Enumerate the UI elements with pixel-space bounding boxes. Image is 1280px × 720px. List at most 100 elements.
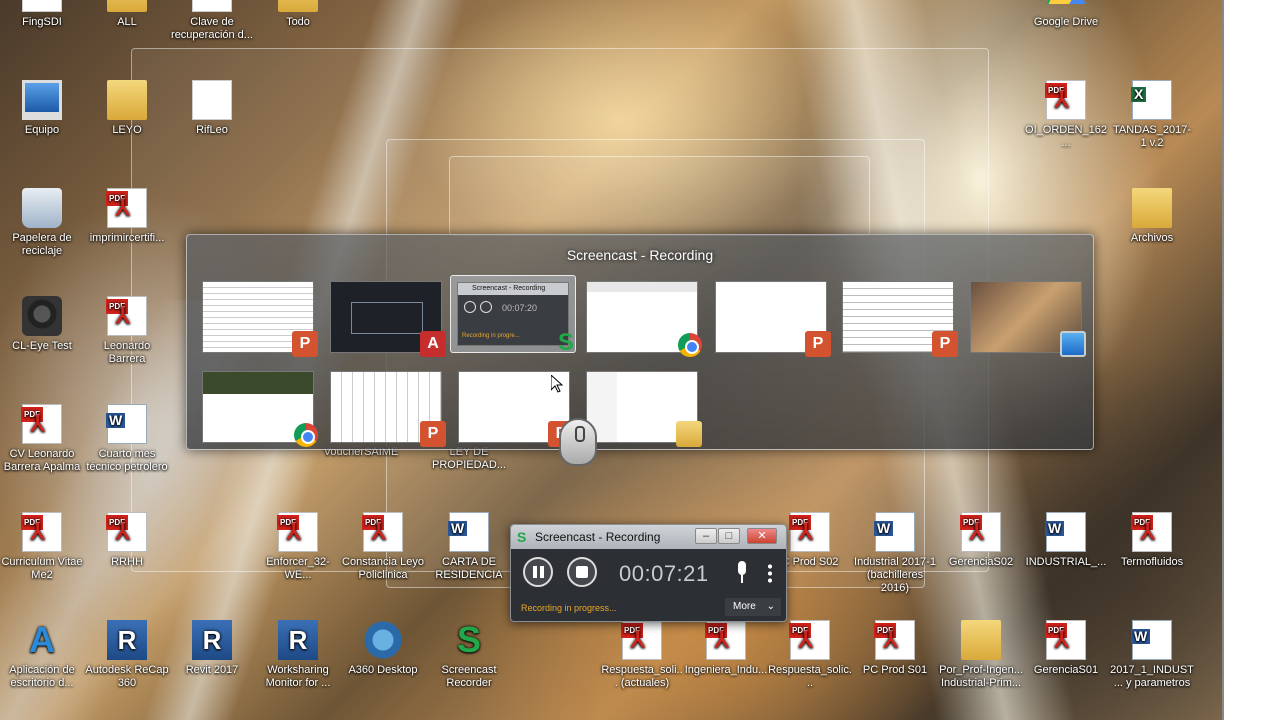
desktop-icon[interactable]: Worksharing Monitor for ... <box>256 620 340 690</box>
desktop-icon[interactable]: RifLeo <box>170 80 254 137</box>
desktop-icon[interactable]: Leonardo Barrera <box>85 296 169 366</box>
mini-recorder-title: Screencast - Recording <box>458 283 568 295</box>
kebab-menu-icon[interactable] <box>768 563 772 583</box>
switcher-thumbnail[interactable] <box>330 371 446 447</box>
desktop-icon-label: PC Prod S01 <box>862 664 928 676</box>
desktop-icon[interactable]: Ingeniera_Indu... <box>684 620 768 677</box>
desktop-icon-label: Archivos <box>1130 232 1174 244</box>
desktop-icon[interactable]: imprimircertifi... <box>85 188 169 245</box>
pdf-icon <box>705 620 746 660</box>
shortcut-icon <box>22 0 62 12</box>
desktop-icon-label: Constancia Leyo Policlinica <box>342 556 424 581</box>
pdf-icon <box>21 404 62 444</box>
desktop-icon[interactable]: OI_ORDEN_162... <box>1024 80 1108 150</box>
maximize-button[interactable]: □ <box>718 528 740 544</box>
desktop-icon[interactable]: Google Drive <box>1024 0 1108 29</box>
desktop-icon[interactable]: FingSDI <box>0 0 84 29</box>
desktop-icon-label: Worksharing Monitor for ... <box>265 664 331 689</box>
pdf-icon <box>362 512 403 552</box>
desktop-icon[interactable]: TANDAS_2017-1 v.2 <box>1110 80 1194 150</box>
pause-button[interactable] <box>523 557 553 587</box>
microphone-icon[interactable] <box>736 561 748 583</box>
desktop-icon[interactable]: CV Leonardo Barrera Apalma <box>0 404 84 474</box>
more-button[interactable]: More ⌄ <box>725 598 781 616</box>
screencast-recorder-window: S Screencast - Recording – □ ✕ 00:07:21 … <box>510 524 787 622</box>
switcher-thumbnail[interactable] <box>715 281 831 357</box>
desktop-icon[interactable]: Screencast Recorder <box>427 620 511 690</box>
mini-pause-icon <box>464 301 476 313</box>
desktop-icon[interactable]: RRHH <box>85 512 169 569</box>
pdf-icon <box>21 512 62 552</box>
desktop-icon[interactable]: PC Prod S01 <box>853 620 937 677</box>
screencast-logo-icon: S <box>517 529 527 545</box>
desktop-icon[interactable]: ALL <box>85 0 169 29</box>
desktop-icon-label: TANDAS_2017-1 v.2 <box>1112 124 1192 149</box>
desktop-icon[interactable]: Papelera de reciclaje <box>0 188 84 258</box>
desktop-icon[interactable]: A360 Desktop <box>341 620 425 677</box>
desktop-icon[interactable]: Todo <box>256 0 340 29</box>
desktop-icon-label: Todo <box>286 16 310 28</box>
desktop-icon[interactable]: CL-Eye Test <box>0 296 84 353</box>
desktop-icon-label: Cuarto mes técnico petrolero <box>86 448 168 473</box>
minimize-button[interactable]: – <box>695 528 717 544</box>
word-icon <box>805 331 831 357</box>
desktop-icon-label: Industrial 2017-1 (bachilleres 2016) <box>854 556 936 594</box>
desktop-icon-label: INDUSTRIAL_... <box>1025 556 1107 568</box>
switcher-thumbnail[interactable]: Screencast - Recording 00:07:20 Recording … <box>450 275 576 353</box>
recorder-titlebar[interactable]: S Screencast - Recording – □ ✕ <box>511 525 786 549</box>
computer-icon <box>22 80 62 120</box>
desktop-icon[interactable]: GerenciaS02 <box>939 512 1023 569</box>
pdf-icon <box>1045 80 1086 120</box>
desktop-icon[interactable]: INDUSTRIAL_... <box>1024 512 1108 569</box>
switcher-thumbnail[interactable] <box>970 281 1086 357</box>
desktop-icon-label: Ingeniera_Indu... <box>684 664 768 676</box>
desktop-icon[interactable]: Constancia Leyo Policlinica <box>341 512 425 582</box>
desktop-icon[interactable]: Equipo <box>0 80 84 137</box>
mouse-pointer-icon <box>550 373 564 393</box>
desktop-icon[interactable]: Cuarto mes técnico petrolero <box>85 404 169 474</box>
switcher-thumbnail[interactable] <box>202 371 318 447</box>
switcher-thumbnail[interactable] <box>330 281 446 357</box>
desktop-icon[interactable]: Archivos <box>1110 188 1194 245</box>
revit-icon <box>192 620 232 660</box>
switcher-thumbnail[interactable] <box>842 281 958 357</box>
desktop-icon[interactable]: Industrial 2017-1 (bachilleres 2016) <box>853 512 937 595</box>
word-icon <box>1131 620 1172 660</box>
desktop-icon-label: CV Leonardo Barrera Apalma <box>3 448 81 473</box>
pdf-icon <box>106 188 147 228</box>
desktop-icon[interactable]: Enforcer_32-WE... <box>256 512 340 582</box>
desktop-icon[interactable]: Termofluidos <box>1110 512 1194 569</box>
desktop-icon[interactable]: LEYO <box>85 80 169 137</box>
screen-icon <box>1060 331 1086 357</box>
desktop-icon-label: Respuesta_solic... <box>768 664 852 689</box>
desktop-icon[interactable]: Clave de recuperación d... <box>170 0 254 42</box>
stop-button[interactable] <box>567 557 597 587</box>
desktop-icon-label: Termofluidos <box>1120 556 1184 568</box>
pdf-icon <box>1045 620 1086 660</box>
desktop-icon[interactable]: Curriculum Vitae Me2 <box>0 512 84 582</box>
more-button-label: More <box>733 601 756 612</box>
revit-wm-icon <box>278 620 318 660</box>
desktop-icon[interactable]: Revit 2017 <box>170 620 254 677</box>
desktop-icon-label: 2017_1_INDUST... y parametros <box>1110 664 1194 689</box>
desktop-icon[interactable]: Por_Prof-Ingen... Industrial-Prim... <box>939 620 1023 690</box>
pdf-icon <box>789 512 830 552</box>
desktop-icon[interactable]: 2017_1_INDUST... y parametros <box>1110 620 1194 690</box>
desktop-icon[interactable]: Autodesk ReCap 360 <box>85 620 169 690</box>
switcher-thumbnail[interactable] <box>586 281 702 357</box>
desktop-icon[interactable]: GerenciaS01 <box>1024 620 1108 677</box>
desktop-icon[interactable]: Aplicación de escritorio d... <box>0 620 84 690</box>
word-icon <box>448 512 489 552</box>
recording-status: Recording in progress... <box>521 603 617 613</box>
desktop-icon-label: Equipo <box>24 124 60 136</box>
desktop-icon[interactable]: CARTA DE RESIDENCIA <box>427 512 511 582</box>
switcher-thumbnail[interactable] <box>586 371 702 447</box>
window-switcher: Screencast - Recording Screencast - Reco… <box>186 234 1094 450</box>
close-button[interactable]: ✕ <box>747 528 777 544</box>
desktop-icon-label: Google Drive <box>1033 16 1099 28</box>
pdf-icon <box>621 620 662 660</box>
desktop-icon[interactable]: Respuesta_soli... (actuales) <box>600 620 684 690</box>
desktop-icon[interactable]: Respuesta_solic... <box>768 620 852 690</box>
desktop-icon-label: Papelera de reciclaje <box>12 232 72 257</box>
switcher-thumbnail[interactable] <box>202 281 318 357</box>
